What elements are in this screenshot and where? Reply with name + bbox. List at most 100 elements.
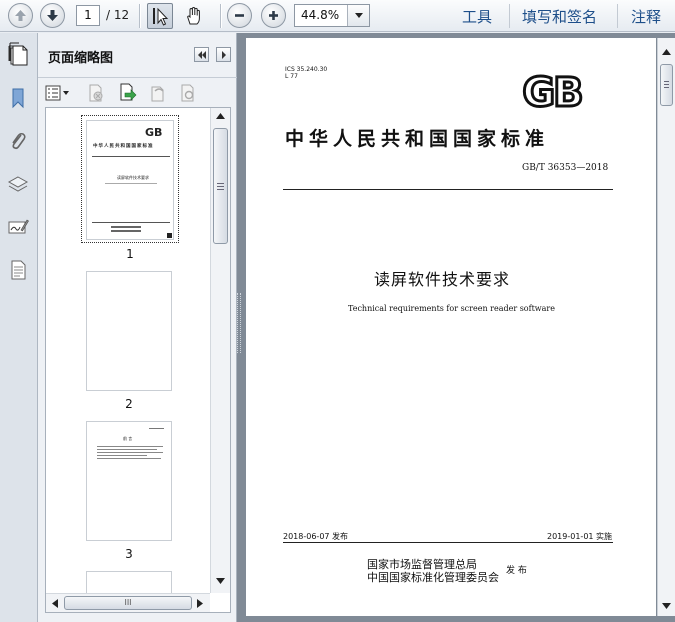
extract-pages-button[interactable]: [117, 83, 137, 103]
bookmarks-nav-button[interactable]: [5, 85, 31, 111]
list-options-icon: [45, 85, 69, 101]
thumbnail-gb-logo: GB: [145, 126, 163, 139]
arrow-down-icon: [47, 10, 58, 21]
scroll-right-arrow-icon[interactable]: [197, 599, 203, 608]
thumbnail-toolbar: [38, 77, 237, 107]
rotate-page-icon: [151, 86, 164, 102]
thumbnail-page-3[interactable]: 前 言: [86, 421, 172, 541]
scroll-up-arrow-icon[interactable]: [216, 113, 225, 119]
delete-pages-button[interactable]: [86, 83, 106, 103]
zoom-level-select[interactable]: 44.8%: [294, 4, 370, 27]
national-standard-title: 中华人民共和国国家标准: [285, 128, 550, 150]
collapse-panel-button[interactable]: [216, 47, 231, 62]
thumbnail-options-button[interactable]: [44, 83, 72, 103]
footer-rule: [283, 542, 613, 543]
thumbnail-horizontal-scrollbar[interactable]: III: [46, 593, 210, 612]
thumbnail-text-line: [97, 449, 157, 450]
scroll-down-arrow-icon[interactable]: [662, 603, 671, 609]
thumbnail-doc-title: 读屏软件技术要求: [117, 175, 149, 180]
hand-icon: [187, 6, 200, 25]
scroll-left-arrow-icon[interactable]: [52, 599, 58, 608]
ics-number: ICS 35.240.30: [285, 66, 328, 73]
comment-menu[interactable]: 注释: [631, 6, 661, 27]
thumbnail-text-line: [97, 452, 163, 453]
panel-title: 页面缩略图: [48, 51, 114, 66]
layers-icon: [7, 176, 29, 192]
reduce-size-button[interactable]: [178, 83, 198, 103]
thumbnail-header-line: [149, 428, 164, 429]
thumbnail-subtitle-line: [105, 183, 157, 184]
navigation-pane: [0, 33, 38, 622]
thumbnail-page-2[interactable]: [86, 271, 172, 391]
document-title-en: Technical requirements for screen reader…: [348, 304, 555, 313]
thumbnail-rule: [92, 222, 170, 223]
extract-page-icon: [120, 83, 137, 101]
delete-page-icon: [89, 84, 103, 102]
bookmark-icon: [12, 88, 24, 109]
layers-nav-button[interactable]: [5, 171, 31, 197]
issuing-org-2: 中国国家标准化管理委员会: [367, 571, 499, 584]
thumbnail-vertical-scrollbar[interactable]: [210, 108, 230, 593]
menu-divider: [617, 4, 618, 28]
thumbnail-foreword-heading: 前 言: [123, 436, 133, 441]
page-panel-icon: [9, 42, 28, 66]
thumbnail-org-line: [111, 226, 141, 228]
implement-date: 2019-01-01 实施: [547, 532, 613, 541]
chevron-right-icon: [221, 50, 226, 59]
thumbnail-scroll-thumb[interactable]: [213, 128, 228, 244]
zoom-out-button[interactable]: [227, 3, 252, 28]
attachments-nav-button[interactable]: [5, 128, 31, 154]
main-toolbar: 1 / 12 44.8% 工具 填写和签名 注释: [0, 0, 675, 32]
gb-logo-icon: GB: [521, 70, 585, 112]
toolbar-divider: [139, 4, 140, 28]
thumbnail-list[interactable]: GB 中华人民共和国国家标准 读屏软件技术要求 1 2 前 言 3: [45, 107, 231, 613]
signatures-nav-button[interactable]: [5, 214, 31, 240]
menu-divider: [509, 4, 510, 28]
issue-date: 2018-06-07 发布: [283, 532, 349, 541]
next-page-button[interactable]: [40, 3, 65, 28]
page-settings-icon: [181, 84, 194, 102]
tools-menu[interactable]: 工具: [462, 6, 492, 27]
scroll-down-arrow-icon[interactable]: [216, 578, 225, 584]
page-number-input[interactable]: 1: [76, 5, 100, 26]
panel-options-button[interactable]: [194, 47, 209, 62]
minus-icon: [235, 14, 244, 17]
zoom-in-button[interactable]: [261, 3, 286, 28]
standard-number: GB/T 36353—2018: [522, 163, 609, 173]
grip-line: [664, 81, 669, 82]
plus-icon: [269, 11, 278, 20]
page-total-label: / 12: [106, 8, 130, 22]
arrow-up-icon: [15, 10, 26, 21]
thumbnail-label-2: 2: [125, 397, 133, 411]
rotate-pages-button[interactable]: [148, 83, 168, 103]
document-title-cn: 读屏软件技术要求: [374, 270, 511, 289]
chevron-down-icon: [354, 13, 363, 18]
grip-line: [664, 84, 669, 85]
scroll-up-arrow-icon[interactable]: [662, 49, 671, 55]
panel-resize-handle[interactable]: [237, 293, 241, 353]
grip-line: [217, 189, 224, 190]
document-icon: [11, 260, 26, 280]
thumbnail-label-3: 3: [125, 547, 133, 561]
toolbar-divider: [220, 4, 221, 28]
document-vertical-scrollbar[interactable]: [657, 38, 675, 616]
hand-tool-button[interactable]: [181, 3, 207, 29]
ccs-number: L 77: [285, 73, 298, 80]
thumbnail-text-line: [97, 458, 161, 459]
content-nav-button[interactable]: [5, 257, 31, 283]
grip-line: [664, 87, 669, 88]
previous-page-button[interactable]: [8, 3, 33, 28]
thumbnail-rule: [92, 156, 170, 157]
thumbnail-national-title: 中华人民共和国国家标准: [93, 144, 154, 149]
document-scroll-thumb[interactable]: [660, 64, 673, 106]
fill-and-sign-menu[interactable]: 填写和签名: [522, 6, 597, 27]
grip-line: [217, 186, 224, 187]
thumbnail-page-1[interactable]: GB 中华人民共和国国家标准 读屏软件技术要求: [86, 120, 174, 240]
select-tool-button[interactable]: [147, 3, 173, 29]
zoom-dropdown-button[interactable]: [347, 5, 369, 26]
publish-label: 发 布: [506, 566, 527, 576]
horizontal-scroll-thumb[interactable]: III: [64, 596, 192, 610]
grip-line: [217, 183, 224, 184]
thumbnail-text-line: [97, 455, 147, 456]
header-rule: [283, 189, 613, 190]
